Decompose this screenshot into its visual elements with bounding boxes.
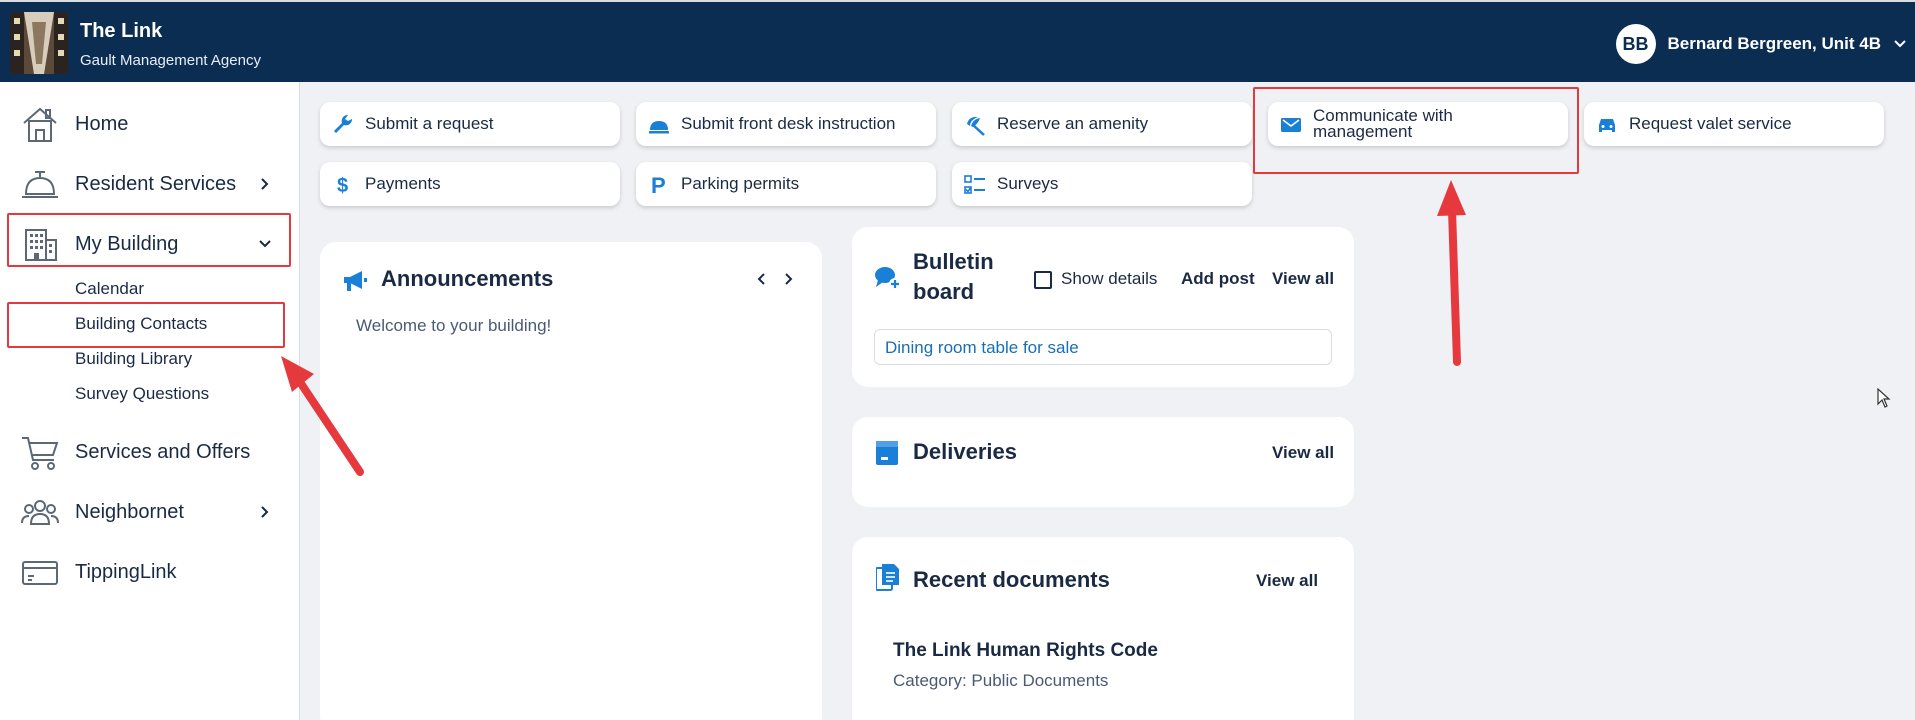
chevron-down-icon xyxy=(259,240,271,248)
documents-icon xyxy=(876,564,899,591)
sidebar-item-neighbornet[interactable]: Neighbornet xyxy=(0,484,300,540)
service-bell-icon xyxy=(649,121,669,134)
bulletin-title-line2: board xyxy=(913,279,975,304)
announcements-title: Announcements xyxy=(381,266,554,291)
announcement-text: Welcome to your building! xyxy=(356,316,552,335)
document-category: Category: Public Documents xyxy=(893,671,1109,690)
service-bell-icon xyxy=(22,171,58,198)
building-logo[interactable] xyxy=(10,12,68,74)
svg-text:P: P xyxy=(651,174,666,196)
document-title[interactable]: The Link Human Rights Code xyxy=(893,640,1158,662)
sidebar-item-label: Services and Offers xyxy=(75,440,251,463)
sidebar-item-resident-services[interactable]: Resident Services xyxy=(0,156,300,212)
user-menu[interactable]: BB Bernard Bergreen, Unit 4B xyxy=(1615,24,1908,64)
umbrella-beach-icon xyxy=(967,116,985,136)
show-details-label: Show details xyxy=(1061,269,1158,288)
request-valet-button[interactable]: Request valet service xyxy=(1584,102,1884,146)
bulletin-view-all-link[interactable]: View all xyxy=(1272,269,1334,289)
arrow-to-communicate xyxy=(1437,180,1466,366)
sidebar-subitem-calendar[interactable]: Calendar xyxy=(75,279,144,299)
documents-view-all-link[interactable]: View all xyxy=(1256,571,1318,591)
card-icon xyxy=(22,561,58,585)
sidebar: Home Resident Services My Building Calen… xyxy=(0,82,300,720)
management-agency: Gault Management Agency xyxy=(80,52,261,69)
checklist-icon xyxy=(964,175,985,194)
add-post-link[interactable]: Add post xyxy=(1181,269,1255,289)
sidebar-item-label: TippingLink xyxy=(75,560,177,583)
surveys-label: Surveys xyxy=(997,174,1059,193)
bulletin-board-card: Bulletin board Show details Add post Vie… xyxy=(852,227,1354,387)
wrench-icon xyxy=(334,114,353,133)
parking-icon: P xyxy=(651,174,666,196)
svg-text:$: $ xyxy=(337,175,348,196)
valet-label: Request valet service xyxy=(1629,114,1792,133)
avatar[interactable]: BB xyxy=(1615,24,1656,64)
sidebar-item-tippinglink[interactable]: TippingLink xyxy=(0,544,300,600)
deliveries-title: Deliveries xyxy=(913,439,1017,464)
bulletin-post-item[interactable]: Dining room table for sale xyxy=(874,329,1332,365)
sidebar-subitem-building-contacts[interactable]: Building Contacts xyxy=(75,314,207,334)
sidebar-subitem-building-library[interactable]: Building Library xyxy=(75,349,192,369)
recent-documents-title: Recent documents xyxy=(913,567,1110,592)
dollar-icon: $ xyxy=(337,175,348,196)
sidebar-item-label: Resident Services xyxy=(75,172,237,195)
communicate-management-button[interactable]: Communicate with management xyxy=(1268,102,1568,146)
car-icon xyxy=(1599,119,1615,132)
bulletin-title-line1: Bulletin xyxy=(913,249,994,274)
chevron-down-icon[interactable] xyxy=(1893,37,1907,51)
building-icon xyxy=(25,229,57,261)
chevron-right-icon[interactable] xyxy=(782,272,794,286)
announcements-card: Announcements Welcome to your building! xyxy=(320,242,822,720)
user-name[interactable]: Bernard Bergreen, Unit 4B xyxy=(1668,34,1882,54)
sidebar-item-my-building[interactable]: My Building xyxy=(0,216,300,272)
mouse-cursor-icon xyxy=(1877,388,1891,408)
front-desk-label: Submit front desk instruction xyxy=(681,114,896,133)
sidebar-item-label: Neighbornet xyxy=(75,500,184,523)
top-bar: The Link Gault Management Agency BB Bern… xyxy=(0,0,1915,82)
house-icon xyxy=(23,107,57,142)
submit-request-button[interactable]: Submit a request xyxy=(320,102,620,146)
envelope-icon xyxy=(1281,118,1301,132)
chevron-left-icon[interactable] xyxy=(756,272,768,286)
bulletin-post-title: Dining room table for sale xyxy=(885,338,1079,357)
sidebar-item-home[interactable]: Home xyxy=(0,96,300,152)
reserve-amenity-label: Reserve an amenity xyxy=(997,114,1149,133)
submit-request-label: Submit a request xyxy=(365,114,494,133)
payments-label: Payments xyxy=(365,174,441,193)
chevron-right-icon xyxy=(261,506,269,518)
sidebar-item-label: My Building xyxy=(75,232,179,255)
package-icon xyxy=(876,441,898,465)
recent-documents-card: Recent documents View all The Link Human… xyxy=(852,537,1354,720)
people-icon xyxy=(21,500,59,525)
deliveries-view-all-link[interactable]: View all xyxy=(1272,443,1334,463)
app-title: The Link xyxy=(80,20,163,42)
communicate-label-line2: management xyxy=(1313,122,1413,141)
shopping-cart-icon xyxy=(22,437,59,470)
deliveries-card: Deliveries View all xyxy=(852,417,1354,507)
chat-add-icon xyxy=(875,267,901,290)
parking-permits-button[interactable]: P Parking permits xyxy=(636,162,936,206)
chevron-right-icon xyxy=(261,178,269,190)
reserve-amenity-button[interactable]: Reserve an amenity xyxy=(952,102,1252,146)
payments-button[interactable]: $ Payments xyxy=(320,162,620,206)
parking-label: Parking permits xyxy=(681,174,800,193)
show-details-checkbox[interactable] xyxy=(1034,271,1052,289)
surveys-button[interactable]: Surveys xyxy=(952,162,1252,206)
sidebar-item-services-offers[interactable]: Services and Offers xyxy=(0,424,300,480)
submit-front-desk-button[interactable]: Submit front desk instruction xyxy=(636,102,936,146)
sidebar-subitem-survey-questions[interactable]: Survey Questions xyxy=(75,384,209,404)
megaphone-icon xyxy=(344,271,367,291)
sidebar-item-label: Home xyxy=(75,112,129,135)
